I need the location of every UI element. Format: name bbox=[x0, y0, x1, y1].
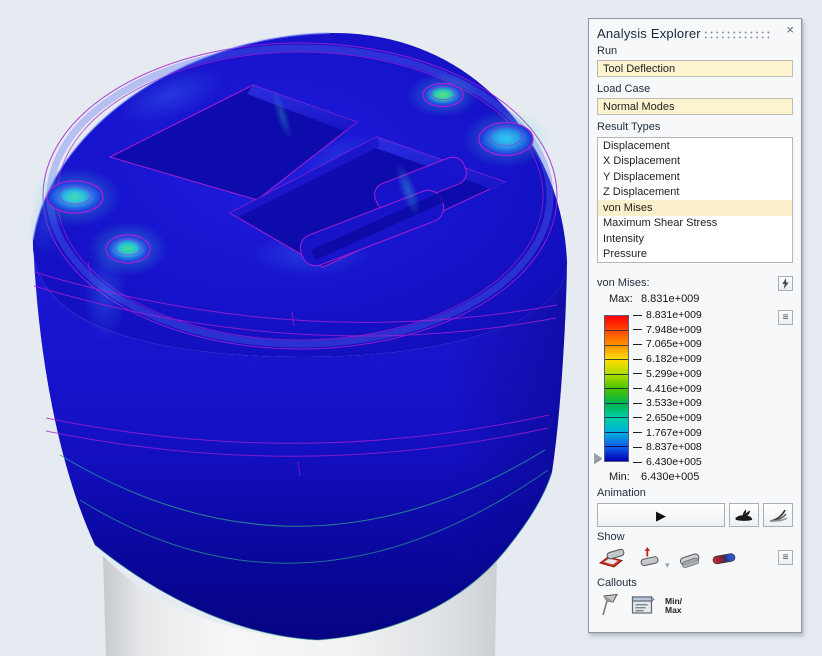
probe-callout-icon[interactable] bbox=[601, 593, 621, 619]
legend-tick-label: 3.533e+009 bbox=[646, 397, 702, 409]
legend-menu-button[interactable]: ≡ bbox=[778, 310, 793, 325]
legend-tick bbox=[633, 432, 642, 433]
legend-segment bbox=[605, 345, 628, 360]
panel-title: Analysis Explorer bbox=[597, 26, 701, 41]
legend-pointer[interactable] bbox=[594, 453, 602, 463]
run-value: Tool Deflection bbox=[603, 63, 675, 75]
show-menu-button[interactable]: ≡ bbox=[778, 550, 793, 565]
legend-tick bbox=[633, 329, 642, 330]
show-contours-magnet-icon[interactable] bbox=[711, 550, 737, 568]
drag-handle-dots[interactable] bbox=[703, 30, 771, 39]
show-undeformed-icon[interactable] bbox=[675, 547, 705, 571]
run-label: Run bbox=[597, 45, 617, 57]
max-label: Max: bbox=[609, 293, 633, 305]
legend-tick-label: 6.430e+005 bbox=[646, 456, 702, 468]
legend-tick-label: 5.299e+009 bbox=[646, 368, 702, 380]
show-label: Show bbox=[597, 531, 625, 543]
minmax-callout-toggle[interactable]: Min/ Max bbox=[665, 597, 682, 615]
animation-play-button[interactable]: ▶ bbox=[597, 503, 725, 527]
legend-tick-row: 8.837e+008 bbox=[633, 441, 702, 454]
legend-tick bbox=[633, 315, 642, 316]
legend-tick bbox=[633, 447, 642, 448]
lightning-icon bbox=[781, 278, 790, 289]
legend-segment bbox=[605, 432, 628, 447]
legend-tick-row: 2.650e+009 bbox=[633, 411, 702, 424]
legend-tick-label: 8.831e+009 bbox=[646, 309, 702, 321]
rabbit-icon bbox=[734, 507, 754, 523]
minmax-line2: Max bbox=[665, 606, 682, 615]
min-value: 6.430e+005 bbox=[641, 471, 699, 483]
load-case-field[interactable]: Normal Modes bbox=[597, 98, 793, 115]
close-icon[interactable]: × bbox=[786, 23, 794, 37]
result-type-option[interactable]: Pressure bbox=[598, 247, 792, 263]
legend-colorbar[interactable] bbox=[604, 315, 629, 462]
result-type-option[interactable]: Intensity bbox=[598, 231, 792, 247]
legend-tick-row: 8.831e+009 bbox=[633, 309, 702, 322]
tool-holder-body bbox=[27, 33, 567, 640]
note-callout-icon[interactable] bbox=[631, 595, 655, 617]
legend-tick-label: 7.948e+009 bbox=[646, 324, 702, 336]
legend-tick bbox=[633, 462, 642, 463]
legend-tick-row: 3.533e+009 bbox=[633, 397, 702, 410]
result-types-listbox: DisplacementX DisplacementY Displacement… bbox=[597, 137, 793, 263]
legend-tick-label: 4.416e+009 bbox=[646, 383, 702, 395]
animation-speed-button[interactable] bbox=[729, 503, 759, 527]
legend-tick-label: 6.182e+009 bbox=[646, 353, 702, 365]
update-results-button[interactable] bbox=[778, 276, 793, 291]
legend-tick-label: 7.065e+009 bbox=[646, 338, 702, 350]
max-value: 8.831e+009 bbox=[641, 293, 699, 305]
legend-segment bbox=[605, 359, 628, 374]
animation-label: Animation bbox=[597, 487, 646, 499]
animation-trace-button[interactable] bbox=[763, 503, 793, 527]
menu-icon: ≡ bbox=[783, 553, 789, 563]
legend-segment bbox=[605, 388, 628, 403]
legend-tick-row: 1.767e+009 bbox=[633, 426, 702, 439]
legend-segment bbox=[605, 403, 628, 418]
play-icon: ▶ bbox=[656, 509, 666, 522]
run-field[interactable]: Tool Deflection bbox=[597, 60, 793, 77]
result-title: von Mises: bbox=[597, 277, 650, 289]
legend-tick-row: 4.416e+009 bbox=[633, 382, 702, 395]
result-type-option[interactable]: Maximum Shear Stress bbox=[598, 216, 792, 232]
analysis-explorer-panel: Analysis Explorer × Run Tool Deflection … bbox=[588, 18, 802, 633]
callouts-label: Callouts bbox=[597, 577, 637, 589]
legend-tick-row: 6.430e+005 bbox=[633, 456, 702, 469]
legend-segment bbox=[605, 316, 628, 330]
legend-segment bbox=[605, 330, 628, 345]
application-window: Analysis Explorer × Run Tool Deflection … bbox=[0, 0, 822, 656]
result-type-option[interactable]: Y Displacement bbox=[598, 169, 792, 185]
result-type-option[interactable]: X Displacement bbox=[598, 154, 792, 170]
load-case-value: Normal Modes bbox=[603, 101, 675, 113]
legend-tick-row: 6.182e+009 bbox=[633, 353, 702, 366]
legend-tick-row: 5.299e+009 bbox=[633, 367, 702, 380]
legend-tick-row: 7.065e+009 bbox=[633, 338, 702, 351]
min-label: Min: bbox=[609, 471, 630, 483]
result-types-label: Result Types bbox=[597, 121, 660, 133]
load-case-label: Load Case bbox=[597, 83, 650, 95]
result-type-option[interactable]: Displacement bbox=[598, 138, 792, 154]
legend-tick bbox=[633, 359, 642, 360]
show-deformed-in-fixture-icon[interactable] bbox=[599, 547, 629, 571]
legend-tick-label: 8.837e+008 bbox=[646, 441, 702, 453]
result-type-option[interactable]: von Mises bbox=[598, 200, 792, 216]
legend-tick-row: 7.948e+009 bbox=[633, 323, 702, 336]
legend-tick-label: 2.650e+009 bbox=[646, 412, 702, 424]
legend-tick bbox=[633, 417, 642, 418]
legend-tick bbox=[633, 388, 642, 389]
trace-curves-icon bbox=[768, 507, 788, 523]
legend-tick bbox=[633, 403, 642, 404]
legend-tick bbox=[633, 344, 642, 345]
show-dropdown-caret[interactable]: ▾ bbox=[665, 560, 670, 571]
legend-segment bbox=[605, 417, 628, 432]
result-type-option[interactable]: Z Displacement bbox=[598, 185, 792, 201]
legend-segment bbox=[605, 446, 628, 461]
legend-tick-label: 1.767e+009 bbox=[646, 427, 702, 439]
legend-tick bbox=[633, 373, 642, 374]
menu-icon: ≡ bbox=[783, 313, 789, 323]
show-loads-icon[interactable] bbox=[635, 547, 663, 571]
legend-segment bbox=[605, 374, 628, 389]
